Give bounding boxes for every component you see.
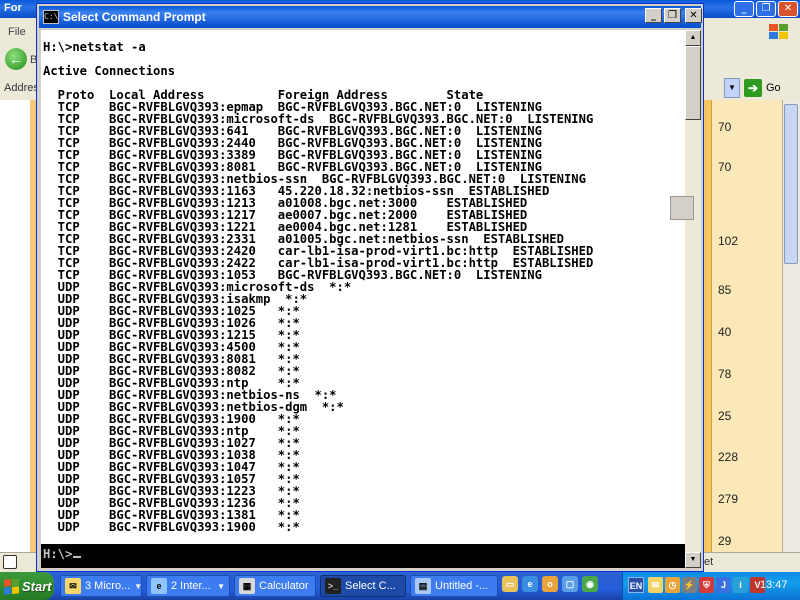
background-cell-value: 29 [718, 534, 732, 548]
background-status-text: et [704, 556, 714, 568]
menu-file[interactable]: File [8, 26, 26, 38]
resize-grip[interactable] [670, 196, 694, 220]
cmd-prompt: H:\> [43, 547, 82, 561]
task-outlook[interactable]: ✉ 3 Micro... ▼ [60, 575, 142, 597]
info-icon[interactable]: i [733, 577, 748, 593]
go-arrow-icon: ➔ [744, 79, 762, 97]
background-cell-value: 85 [718, 283, 732, 297]
background-scroll-thumb[interactable] [784, 104, 798, 264]
console-line: Active Connections [43, 64, 176, 78]
network-icon[interactable]: ⚡ [682, 577, 697, 593]
taskbar-button-label: 3 Micro... [85, 580, 131, 592]
task-ie[interactable]: e 2 Inter... ▼ [146, 575, 230, 597]
cmd-scroll-thumb[interactable] [685, 46, 701, 120]
ie-icon[interactable]: e [522, 576, 538, 592]
go-label: Go [766, 82, 781, 94]
background-window-controls: _ ❐ ✕ [734, 1, 798, 17]
security-icon[interactable]: ⛨ [699, 577, 714, 593]
background-maximize-button[interactable]: ❐ [756, 1, 776, 17]
cmd-selected-prompt-line[interactable]: H:\> [41, 544, 685, 568]
ie-icon: e [151, 578, 167, 594]
envelope-icon: ✉ [65, 578, 81, 594]
cmd-icon: >_ [325, 578, 341, 594]
scroll-up-arrow-icon[interactable]: ▲ [685, 30, 701, 46]
cmd-window-title: Select Command Prompt [63, 10, 206, 24]
language-indicator[interactable]: EN [628, 577, 644, 593]
background-close-button[interactable]: ✕ [778, 1, 798, 17]
clock-icon[interactable]: ◷ [665, 577, 680, 593]
taskbar-button-label: Calculator [259, 580, 309, 592]
background-cell-value: 279 [718, 492, 739, 506]
taskbar-button-label: 2 Inter... [171, 580, 211, 592]
outlook-icon[interactable]: o [542, 576, 558, 592]
chevron-down-icon: ▼ [217, 581, 225, 591]
background-cell-value: 70 [718, 120, 732, 134]
cmd-close-button[interactable]: ✕ [685, 8, 702, 23]
cmd-title-bar[interactable]: C:\ Select Command Prompt [39, 6, 701, 28]
task-untitled[interactable]: ▤ Untitled -... [410, 575, 498, 597]
windows-logo-icon [766, 22, 792, 42]
task-cmd[interactable]: >_ Select C... [320, 575, 406, 597]
text-cursor [73, 556, 82, 558]
taskbar-button-label: Select C... [345, 580, 396, 592]
console-line: UDP BGC-RVFBLGVQ393:1900 *:* [43, 520, 300, 534]
cmd-vertical-scrollbar[interactable]: ▲ ▼ [685, 30, 701, 568]
start-button[interactable]: Start [0, 572, 54, 600]
background-cell-value: 78 [718, 367, 732, 381]
background-cell-value: 25 [718, 409, 732, 423]
start-label: Start [22, 578, 52, 594]
cmd-prompt-text: H:\> [43, 547, 73, 561]
background-cell-value: 70 [718, 160, 732, 174]
back-arrow-icon[interactable]: ← [5, 48, 27, 70]
cmd-console-output[interactable]: H:\>netstat -a Active Connections Proto … [41, 30, 685, 544]
command-prompt-window: C:\ Select Command Prompt _ ❐ ✕ H:\>nets… [36, 3, 704, 572]
cmd-window-icon[interactable]: C:\ [43, 10, 59, 24]
background-window-title: For [4, 2, 22, 14]
status-page-icon [3, 555, 17, 569]
quick-launch-bar: ▭ e o ▢ ◉ [502, 576, 598, 592]
taskbar-button-label: Untitled -... [435, 580, 489, 592]
cmd-window-controls: _ ❐ ✕ [645, 8, 702, 23]
address-dropdown-icon[interactable]: ▼ [724, 78, 740, 98]
document-icon: ▤ [415, 578, 431, 594]
background-cell-value: 40 [718, 325, 732, 339]
system-clock[interactable]: 13:47 [760, 579, 788, 591]
background-cell-value: 102 [718, 234, 739, 248]
console-line: H:\>netstat -a [43, 40, 146, 54]
netstat-output: H:\>netstat -a Active Connections Proto … [43, 41, 593, 533]
background-minimize-button[interactable]: _ [734, 1, 754, 17]
cmd-maximize-button[interactable]: ❐ [664, 8, 681, 23]
chevron-down-icon: ▼ [134, 581, 142, 591]
desktop-icon[interactable]: ▢ [562, 576, 578, 592]
task-calculator[interactable]: ▦ Calculator [234, 575, 316, 597]
background-cell-value: 228 [718, 450, 739, 464]
go-button[interactable]: ➔ Go [744, 78, 796, 98]
windows-flag-icon [4, 577, 19, 595]
mail-icon[interactable]: ✉ [648, 577, 663, 593]
cmd-minimize-button[interactable]: _ [645, 8, 662, 23]
media-icon[interactable]: ◉ [582, 576, 598, 592]
background-column-divider [704, 100, 712, 552]
tray-icons: ✉ ◷ ⚡ ⛨ Ji V [648, 577, 765, 593]
address-label: Addres [4, 82, 39, 94]
folder-icon[interactable]: ▭ [502, 576, 518, 592]
java-icon[interactable]: J [716, 577, 731, 593]
calculator-icon: ▦ [239, 578, 255, 594]
scroll-down-arrow-icon[interactable]: ▼ [685, 552, 701, 568]
